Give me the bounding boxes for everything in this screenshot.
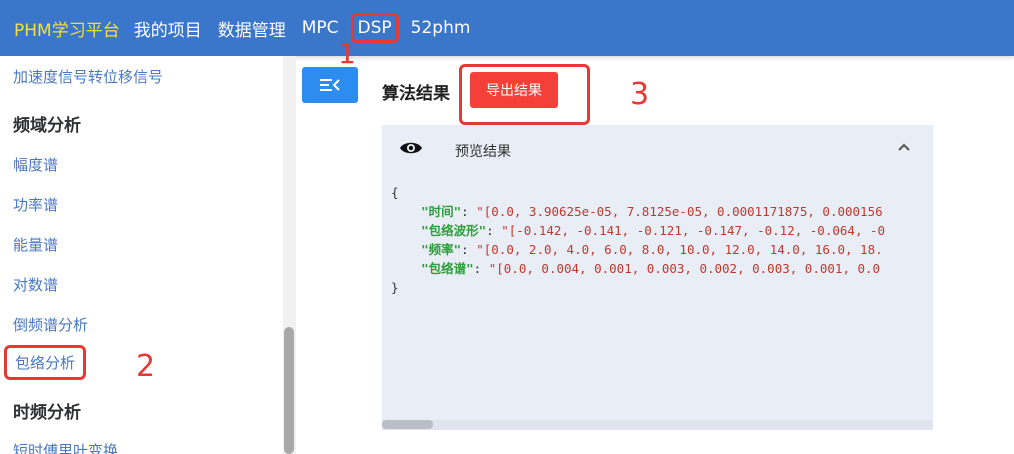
sidebar-item-amplitude-spectrum[interactable]: 幅度谱 (13, 154, 58, 175)
preview-panel-header[interactable]: 预览结果 (382, 125, 933, 171)
chevron-up-icon[interactable] (897, 142, 911, 152)
nav-item-mpc[interactable]: MPC (302, 18, 339, 38)
sidebar-item-power-spectrum[interactable]: 功率谱 (13, 194, 58, 215)
sidebar-scroll-thumb[interactable] (284, 327, 294, 454)
sidebar-group-time-frequency: 时频分析 (13, 403, 81, 423)
algorithm-result-title: 算法结果 (382, 84, 450, 104)
nav-item-52phm[interactable]: 52phm (411, 18, 471, 38)
json-row-envelope-spectrum: "包络谱": "[0.0, 0.004, 0.001, 0.003, 0.002… (421, 261, 881, 276)
collapse-menu-icon (320, 79, 340, 91)
brand-logo[interactable]: PHM学习平台 (14, 16, 120, 41)
top-nav-bar: PHM学习平台 我的项目 数据管理 MPC DSP 52phm (0, 0, 1014, 56)
json-row-time: "时间": "[0.0, 3.90625e-05, 7.8125e-05, 0.… (421, 204, 883, 219)
preview-result-label: 预览结果 (455, 144, 511, 160)
json-preview: { "时间": "[0.0, 3.90625e-05, 7.8125e-05, … (391, 183, 885, 297)
sidebar-toggle-button[interactable] (302, 67, 358, 103)
annotation-3: 3 (630, 77, 650, 112)
sidebar: 加速度信号转位移信号 频域分析 幅度谱 功率谱 能量谱 对数谱 倒频谱分析 包络… (0, 56, 296, 454)
result-preview-panel: 预览结果 { "时间": "[0.0, 3.90625e-05, 7.8125e… (382, 125, 933, 430)
nav-item-my-projects[interactable]: 我的项目 (134, 16, 202, 41)
preview-hscroll-thumb[interactable] (382, 420, 433, 429)
json-open-brace: { (391, 185, 399, 200)
export-result-button[interactable]: 导出结果 (470, 72, 558, 108)
sidebar-item-stft[interactable]: 短时傅里叶变换 (13, 440, 118, 454)
sidebar-item-energy-spectrum[interactable]: 能量谱 (13, 234, 58, 255)
sidebar-group-frequency-domain: 频域分析 (13, 116, 81, 136)
json-row-frequency: "频率": "[0.0, 2.0, 4.0, 6.0, 8.0, 10.0, 1… (421, 242, 883, 257)
annotation-1: 1 (338, 37, 356, 70)
sidebar-item-log-spectrum[interactable]: 对数谱 (13, 274, 58, 295)
sidebar-item-cepstrum-analysis[interactable]: 倒频谱分析 (13, 314, 88, 335)
sidebar-item-accel-to-displacement[interactable]: 加速度信号转位移信号 (13, 66, 163, 87)
sidebar-item-envelope-analysis[interactable]: 包络分析 (4, 345, 87, 380)
json-close-brace: } (391, 280, 399, 295)
nav-item-data-management[interactable]: 数据管理 (218, 16, 286, 41)
nav-item-dsp[interactable]: DSP (350, 13, 399, 43)
eye-icon (400, 142, 422, 154)
annotation-2: 2 (136, 349, 156, 384)
json-row-envelope-wave: "包络波形": "[-0.142, -0.141, -0.121, -0.147… (421, 223, 886, 238)
preview-hscroll-track[interactable] (382, 420, 933, 430)
